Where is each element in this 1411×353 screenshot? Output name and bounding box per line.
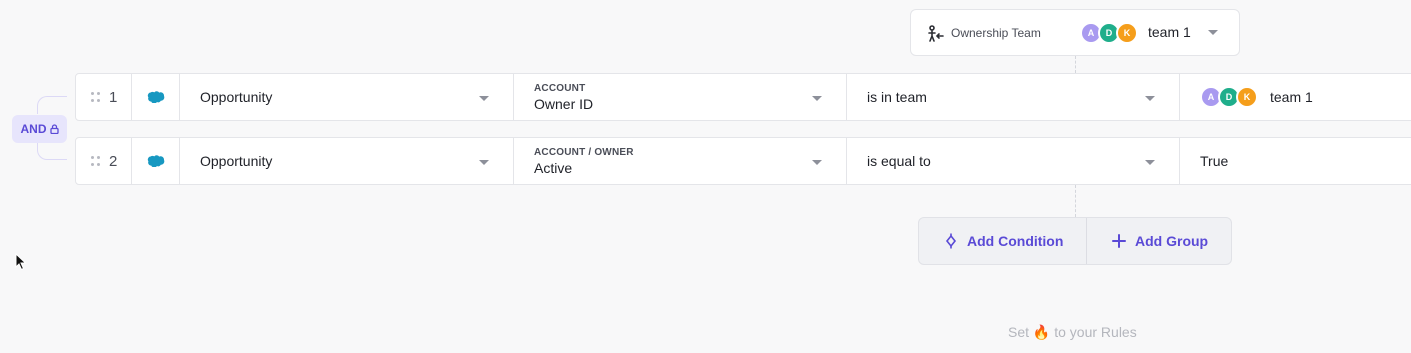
field-name: Active <box>534 159 573 176</box>
value-select[interactable]: A D K team 1 <box>1180 74 1411 120</box>
operator-value: is equal to <box>867 153 931 169</box>
field-path: ACCOUNT / OWNER <box>534 146 634 158</box>
row-number: 1 <box>109 88 118 106</box>
chevron-down-icon[interactable] <box>812 160 822 165</box>
footer-text-after: to your Rules <box>1054 324 1137 340</box>
value-team-name: team 1 <box>1270 89 1313 105</box>
add-actions: Add Condition Add Group <box>918 217 1232 265</box>
object-value: Opportunity <box>200 89 273 105</box>
chevron-down-icon[interactable] <box>479 96 489 101</box>
group-bracket <box>37 142 67 160</box>
drag-handle-icon[interactable] <box>91 156 101 168</box>
ownership-transfer-icon <box>928 25 944 42</box>
ownership-team-label: Ownership Team <box>951 26 1041 40</box>
operator-select[interactable]: is in team <box>847 74 1180 120</box>
add-group-button[interactable]: Add Group <box>1087 218 1208 264</box>
mouse-cursor-icon <box>15 253 27 271</box>
connector-line <box>1075 56 1076 73</box>
object-value: Opportunity <box>200 153 273 169</box>
value-team-avatars: A D K <box>1200 86 1258 108</box>
field-name: Owner ID <box>534 95 594 112</box>
object-select[interactable]: Opportunity <box>180 138 514 184</box>
plus-icon <box>1112 234 1126 248</box>
salesforce-cloud-icon <box>147 155 164 167</box>
fire-emoji-icon: 🔥 <box>1032 324 1051 340</box>
connector-line <box>1075 185 1076 217</box>
footer-text-before: Set <box>1008 324 1030 340</box>
source-cell <box>132 74 180 120</box>
value-text: True <box>1200 153 1229 169</box>
operator-select[interactable]: is equal to <box>847 138 1180 184</box>
chevron-down-icon[interactable] <box>479 160 489 165</box>
row-index-cell: 2 <box>76 138 132 184</box>
field-path: ACCOUNT <box>534 82 586 94</box>
row-index-cell: 1 <box>76 74 132 120</box>
salesforce-cloud-icon <box>147 91 164 103</box>
add-condition-button[interactable]: Add Condition <box>919 218 1087 264</box>
field-select[interactable]: ACCOUNT Owner ID <box>514 74 847 120</box>
group-bracket <box>37 96 67 114</box>
logic-operator-badge[interactable]: AND <box>12 115 67 143</box>
chevron-down-icon[interactable] <box>812 96 822 101</box>
ownership-team-avatars: A D K <box>1080 22 1138 44</box>
add-condition-label: Add Condition <box>967 233 1064 249</box>
condition-row: 1 Opportunity ACCOUNT Owner ID is in tea… <box>75 73 1411 121</box>
logic-operator-label: AND <box>20 122 47 136</box>
object-select[interactable]: Opportunity <box>180 74 514 120</box>
rule-builder: Ownership Team A D K team 1 AND 1 Opport… <box>0 0 1411 353</box>
source-cell <box>132 138 180 184</box>
condition-diamond-icon <box>945 233 957 249</box>
drag-handle-icon[interactable] <box>91 92 101 104</box>
value-select[interactable]: True <box>1180 138 1411 184</box>
chevron-down-icon[interactable] <box>1145 160 1155 165</box>
add-group-label: Add Group <box>1135 233 1209 249</box>
condition-row: 2 Opportunity ACCOUNT / OWNER Active is … <box>75 137 1411 185</box>
field-select[interactable]: ACCOUNT / OWNER Active <box>514 138 847 184</box>
chevron-down-icon[interactable] <box>1208 30 1218 35</box>
ownership-team-name: team 1 <box>1148 24 1191 40</box>
avatar: K <box>1236 86 1258 108</box>
footer-hint: Set 🔥 to your Rules <box>1008 324 1137 341</box>
operator-value: is in team <box>867 89 927 105</box>
chevron-down-icon[interactable] <box>1145 96 1155 101</box>
row-number: 2 <box>109 152 118 170</box>
lock-icon <box>49 124 59 134</box>
avatar: K <box>1116 22 1138 44</box>
ownership-team-selector[interactable]: Ownership Team A D K team 1 <box>910 9 1240 56</box>
